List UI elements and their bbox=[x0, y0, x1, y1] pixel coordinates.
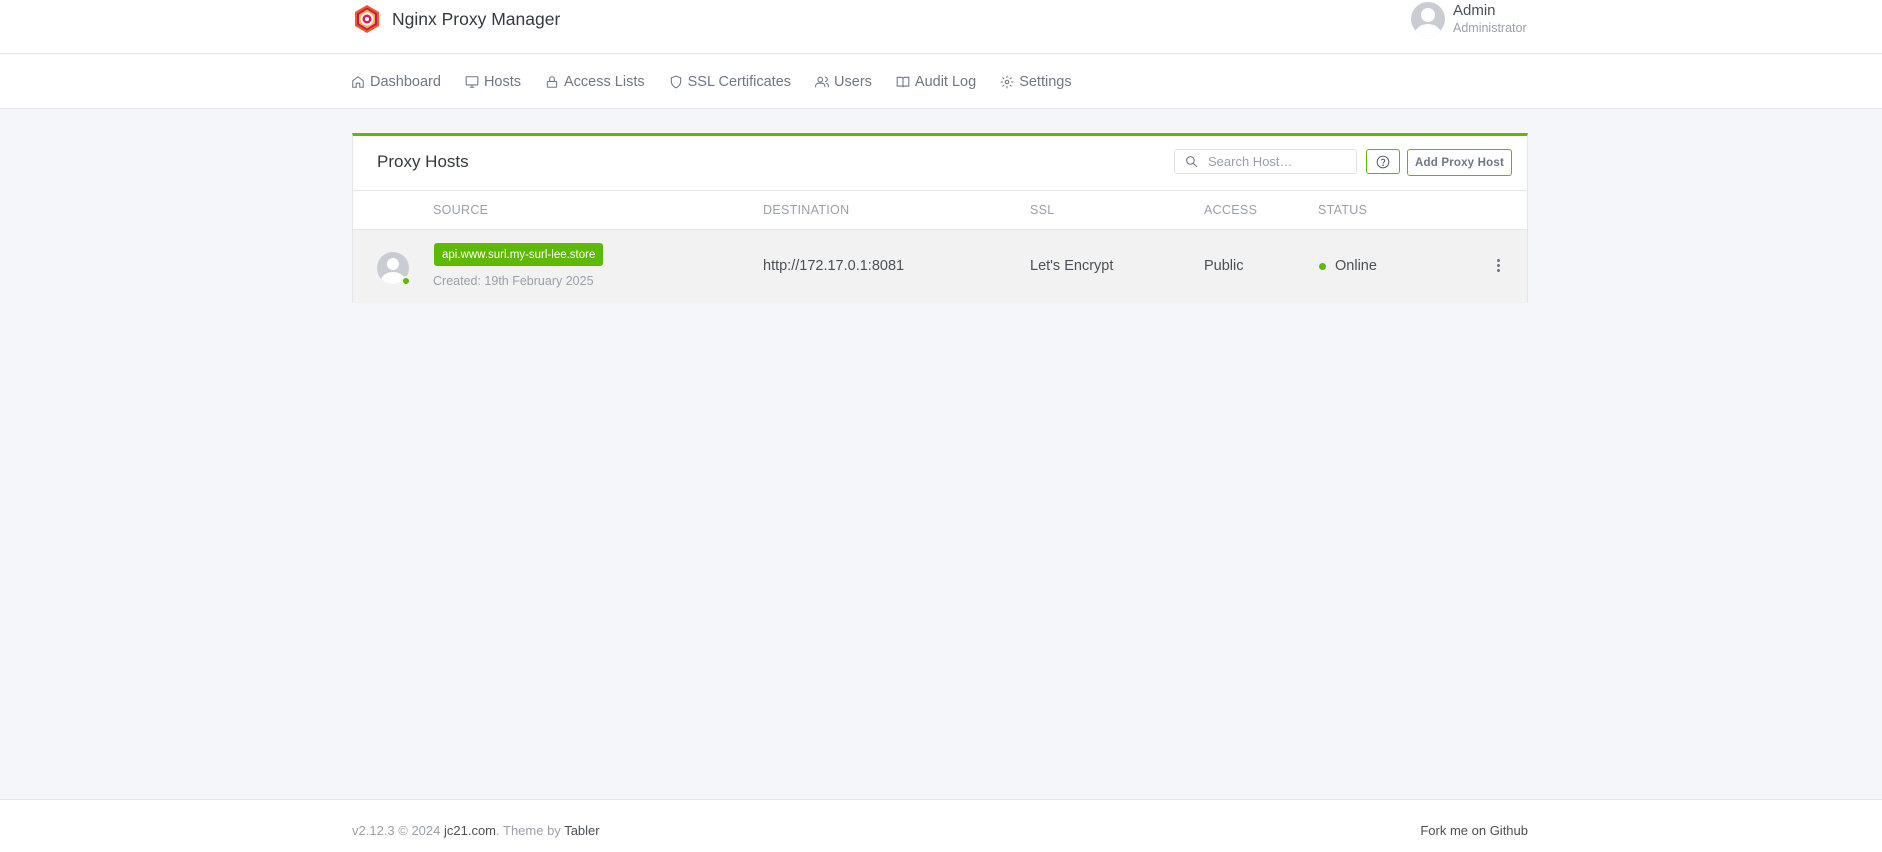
user-name: Admin bbox=[1453, 2, 1496, 19]
nav-users[interactable]: Users bbox=[815, 74, 872, 90]
status-dot bbox=[1319, 263, 1326, 270]
more-vertical-icon bbox=[1496, 258, 1500, 262]
version-text: v2.12.3 © 2024 bbox=[352, 823, 444, 838]
user-role: Administrator bbox=[1453, 21, 1527, 35]
nav-users-label: Users bbox=[834, 73, 872, 90]
owner-online-indicator bbox=[401, 276, 411, 286]
gear-icon bbox=[1000, 75, 1014, 88]
nav-ssl-certificates-label: SSL Certificates bbox=[687, 73, 792, 90]
help-button[interactable] bbox=[1366, 149, 1400, 174]
github-link[interactable]: Fork me on Github bbox=[1420, 823, 1528, 838]
nav-settings-label: Settings bbox=[1019, 73, 1072, 90]
top-header: Nginx Proxy Manager Admin Administrator bbox=[0, 0, 1882, 54]
column-source[interactable]: SOURCE bbox=[433, 203, 488, 217]
access-cell: Public bbox=[1204, 258, 1244, 274]
nav-audit-log[interactable]: Audit Log bbox=[896, 74, 976, 90]
avatar bbox=[1411, 2, 1445, 36]
column-ssl[interactable]: SSL bbox=[1030, 203, 1055, 217]
search-icon bbox=[1186, 156, 1198, 168]
users-icon bbox=[815, 76, 829, 87]
search-box[interactable] bbox=[1174, 149, 1357, 174]
table-header: SOURCE DESTINATION SSL ACCESS STATUS bbox=[353, 191, 1527, 230]
proxy-hosts-card: Proxy Hosts Add Proxy Host SOURCE DESTIN… bbox=[352, 133, 1528, 303]
column-access[interactable]: ACCESS bbox=[1204, 203, 1257, 217]
created-date: Created: 19th February 2025 bbox=[433, 274, 594, 288]
theme-link[interactable]: Tabler bbox=[564, 823, 599, 838]
column-destination[interactable]: DESTINATION bbox=[763, 203, 849, 217]
table-row[interactable]: api.www.surl.my-surl-lee.store Created: … bbox=[353, 230, 1527, 303]
row-actions-menu[interactable] bbox=[1490, 257, 1506, 273]
nav-ssl-certificates[interactable]: SSL Certificates bbox=[669, 74, 791, 90]
destination-cell: http://172.17.0.1:8081 bbox=[763, 258, 905, 274]
footer: v2.12.3 © 2024 jc21.com. Theme by Tabler… bbox=[0, 799, 1882, 852]
footer-credits: v2.12.3 © 2024 jc21.com. Theme by Tabler bbox=[352, 823, 600, 838]
lock-icon bbox=[546, 75, 558, 88]
brand[interactable]: Nginx Proxy Manager bbox=[352, 4, 560, 34]
book-icon bbox=[896, 76, 910, 87]
search-input[interactable] bbox=[1208, 154, 1348, 169]
theme-text: . Theme by bbox=[496, 823, 565, 838]
nav-settings[interactable]: Settings bbox=[1000, 73, 1072, 90]
app-title: Nginx Proxy Manager bbox=[392, 8, 561, 29]
ssl-cell: Let's Encrypt bbox=[1030, 258, 1114, 274]
nav-access-lists[interactable]: Access Lists bbox=[545, 74, 645, 90]
nav-dashboard-label: Dashboard bbox=[370, 73, 441, 90]
column-status[interactable]: STATUS bbox=[1318, 203, 1367, 217]
nav-dashboard[interactable]: Dashboard bbox=[351, 74, 441, 90]
monitor-icon bbox=[465, 75, 479, 88]
domain-tag[interactable]: api.www.surl.my-surl-lee.store bbox=[434, 243, 604, 266]
nav-hosts[interactable]: Hosts bbox=[465, 74, 521, 90]
user-menu[interactable]: Admin Administrator bbox=[1411, 2, 1527, 36]
status-cell: Online bbox=[1335, 258, 1377, 274]
nav-hosts-label: Hosts bbox=[483, 73, 522, 90]
nav-audit-log-label: Audit Log bbox=[914, 73, 977, 90]
nav-access-lists-label: Access Lists bbox=[564, 73, 645, 90]
app-logo-icon bbox=[355, 5, 379, 33]
shield-icon bbox=[670, 75, 681, 88]
page-title: Proxy Hosts bbox=[377, 152, 469, 171]
main-nav: Dashboard Hosts Access Lists SSL Certifi… bbox=[0, 54, 1882, 109]
home-icon bbox=[352, 75, 364, 88]
author-link[interactable]: jc21.com bbox=[444, 823, 496, 838]
add-proxy-host-button[interactable]: Add Proxy Host bbox=[1407, 149, 1512, 176]
help-icon bbox=[1376, 155, 1390, 168]
card-header: Proxy Hosts Add Proxy Host bbox=[353, 136, 1527, 191]
